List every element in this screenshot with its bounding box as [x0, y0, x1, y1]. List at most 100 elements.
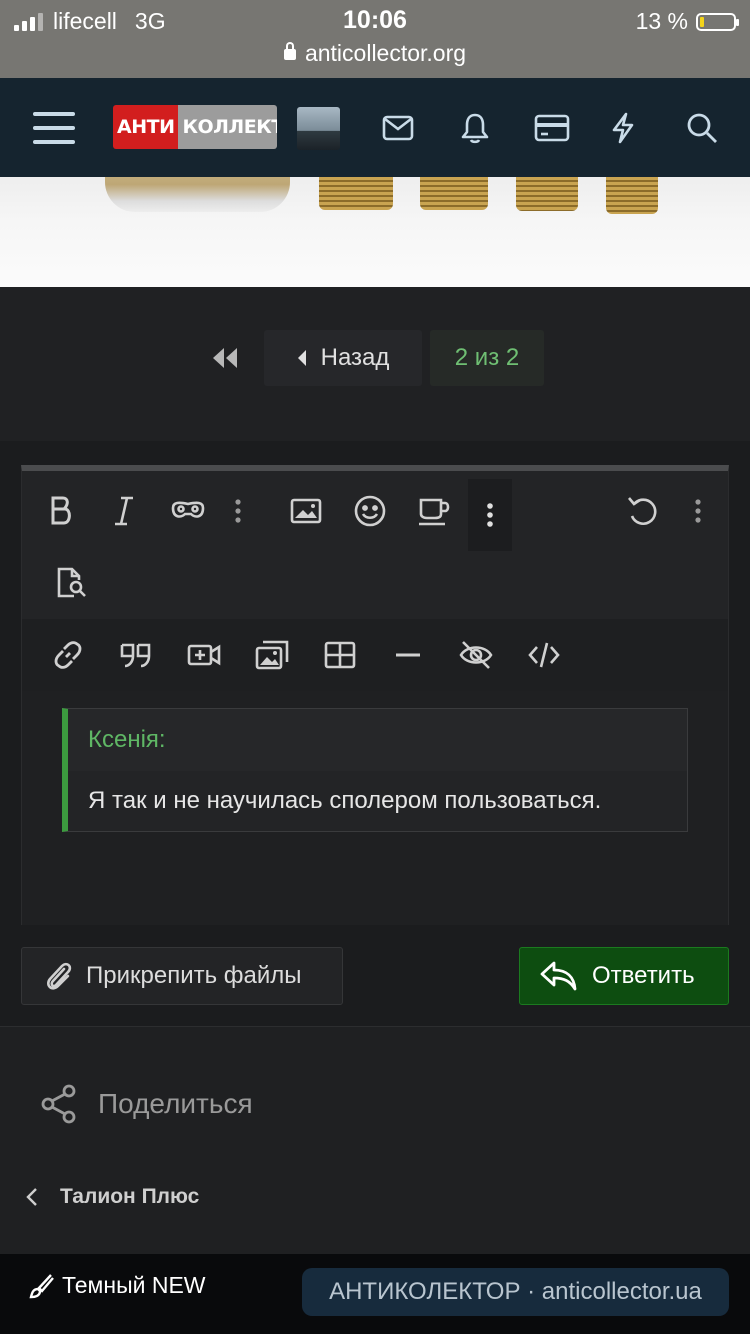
insert-image-button[interactable] — [279, 483, 333, 539]
status-bar: lifecell 3G 10:06 13 % anticollector.org — [0, 0, 750, 78]
lock-icon — [283, 42, 296, 60]
insert-link-button[interactable] — [41, 627, 95, 683]
search-icon — [687, 113, 717, 143]
hide-content-button[interactable] — [449, 627, 503, 683]
page-indicator[interactable]: 2 из 2 — [430, 330, 544, 386]
code-icon — [528, 642, 560, 668]
vertical-dots-icon — [695, 499, 701, 523]
logo-part-red: АНТИ — [113, 105, 179, 149]
coin-stack — [420, 177, 488, 210]
share-icon — [41, 1084, 76, 1124]
insert-table-button[interactable] — [313, 627, 367, 683]
image-icon — [290, 498, 322, 524]
editor-toolbar — [22, 471, 728, 619]
bold-icon — [51, 496, 71, 525]
breadcrumb-label: Талион Плюс — [60, 1185, 200, 1208]
user-avatar[interactable] — [297, 107, 340, 150]
wallet-button[interactable] — [525, 78, 579, 177]
site-navbar: АНТИКОЛЛЕКТОР — [0, 78, 750, 177]
caret-left-icon — [297, 350, 306, 366]
rich-text-editor: Ксенія: Я так и не научилась сполером по… — [21, 465, 729, 925]
attach-files-button[interactable]: Прикрепить файлы — [21, 947, 343, 1005]
reply-label: Ответить — [592, 962, 695, 989]
quote-author[interactable]: Ксенія: — [68, 709, 687, 771]
url-text: anticollector.org — [304, 40, 467, 66]
battery-info: 13 % — [635, 8, 739, 35]
coin-stack — [516, 177, 578, 211]
italic-button[interactable] — [97, 483, 151, 539]
page-navigation: Назад 2 из 2 — [0, 287, 750, 441]
link-icon — [54, 641, 82, 669]
theme-selector[interactable]: Темный NEW — [28, 1272, 206, 1299]
more-insert-options-button[interactable] — [468, 479, 512, 551]
horizontal-line-button[interactable] — [381, 627, 435, 683]
emoji-button[interactable] — [343, 483, 397, 539]
site-badge[interactable]: АНТИКОЛЕКТОР · anticollector.ua — [302, 1268, 729, 1316]
more-actions-button[interactable] — [678, 483, 718, 539]
cup-icon — [419, 498, 450, 526]
menu-button[interactable] — [26, 78, 82, 177]
coin-stack — [606, 177, 658, 214]
insert-quote-button[interactable] — [109, 627, 163, 683]
reply-button[interactable]: Ответить — [519, 947, 729, 1005]
insert-video-button[interactable] — [177, 627, 231, 683]
share-label: Поделиться — [98, 1088, 253, 1119]
theme-label: Темный NEW — [62, 1272, 206, 1298]
prev-page-label: Назад — [320, 344, 390, 371]
first-page-button[interactable] — [195, 330, 255, 386]
double-chevron-left-icon — [213, 348, 237, 368]
header-banner-image — [0, 177, 750, 287]
site-footer: Темный NEW АНТИКОЛЕКТОР · anticollector.… — [0, 1254, 750, 1334]
messages-button[interactable] — [372, 78, 424, 177]
paintbrush-icon — [29, 1273, 54, 1298]
insert-code-button[interactable] — [517, 627, 571, 683]
url-bar[interactable]: anticollector.org — [0, 40, 750, 67]
video-plus-icon — [187, 644, 221, 666]
italic-icon — [115, 496, 133, 526]
chevron-left-icon — [26, 1188, 37, 1206]
insert-media-button[interactable] — [407, 483, 461, 539]
bell-icon — [461, 113, 489, 143]
reply-arrow-icon — [540, 961, 577, 991]
thread-footer: Поделиться Талион Плюс — [0, 1026, 750, 1255]
smiley-icon — [354, 495, 386, 527]
whats-new-button[interactable] — [598, 78, 648, 177]
preview-button[interactable] — [44, 555, 98, 611]
share-button[interactable]: Поделиться — [40, 1083, 253, 1125]
attach-files-label: Прикрепить файлы — [86, 962, 302, 989]
editor-insert-toolbar — [22, 619, 728, 691]
undo-button[interactable] — [615, 483, 669, 539]
mask-icon — [171, 501, 205, 518]
coin-jar-image — [105, 177, 290, 212]
battery-percent: 13 % — [635, 8, 688, 34]
eye-slash-icon — [459, 641, 493, 669]
alerts-button[interactable] — [449, 78, 501, 177]
battery-icon — [696, 12, 739, 31]
quote-icon — [120, 643, 151, 668]
logo-part-gray: КОЛЛЕКТОР — [178, 105, 277, 149]
images-icon — [255, 640, 289, 670]
credit-card-icon — [534, 114, 570, 141]
reply-form: Ксенія: Я так и не научилась сполером по… — [0, 441, 750, 1026]
table-icon — [324, 641, 356, 669]
document-search-icon — [57, 567, 86, 598]
insert-gallery-button[interactable] — [245, 627, 299, 683]
search-button[interactable] — [676, 78, 728, 177]
editor-content[interactable]: Ксенія: Я так и не научилась сполером по… — [22, 691, 728, 925]
breadcrumb[interactable]: Талион Плюс — [26, 1185, 199, 1209]
minus-icon — [396, 653, 420, 657]
vertical-dots-icon — [235, 499, 241, 523]
more-text-options-button[interactable] — [218, 483, 258, 539]
envelope-icon — [382, 115, 414, 140]
quote-text: Я так и не научилась сполером пользовать… — [88, 787, 602, 814]
prev-page-button[interactable]: Назад — [264, 330, 422, 386]
spoiler-button[interactable] — [161, 483, 215, 539]
quote-block: Ксенія: Я так и не научилась сполером по… — [62, 708, 688, 832]
coin-stack — [319, 177, 393, 210]
hamburger-icon — [33, 111, 75, 144]
bold-button[interactable] — [34, 483, 88, 539]
lightning-icon — [612, 112, 634, 143]
site-logo[interactable]: АНТИКОЛЛЕКТОР — [113, 105, 277, 149]
vertical-dots-icon — [487, 503, 493, 527]
undo-icon — [628, 497, 657, 525]
